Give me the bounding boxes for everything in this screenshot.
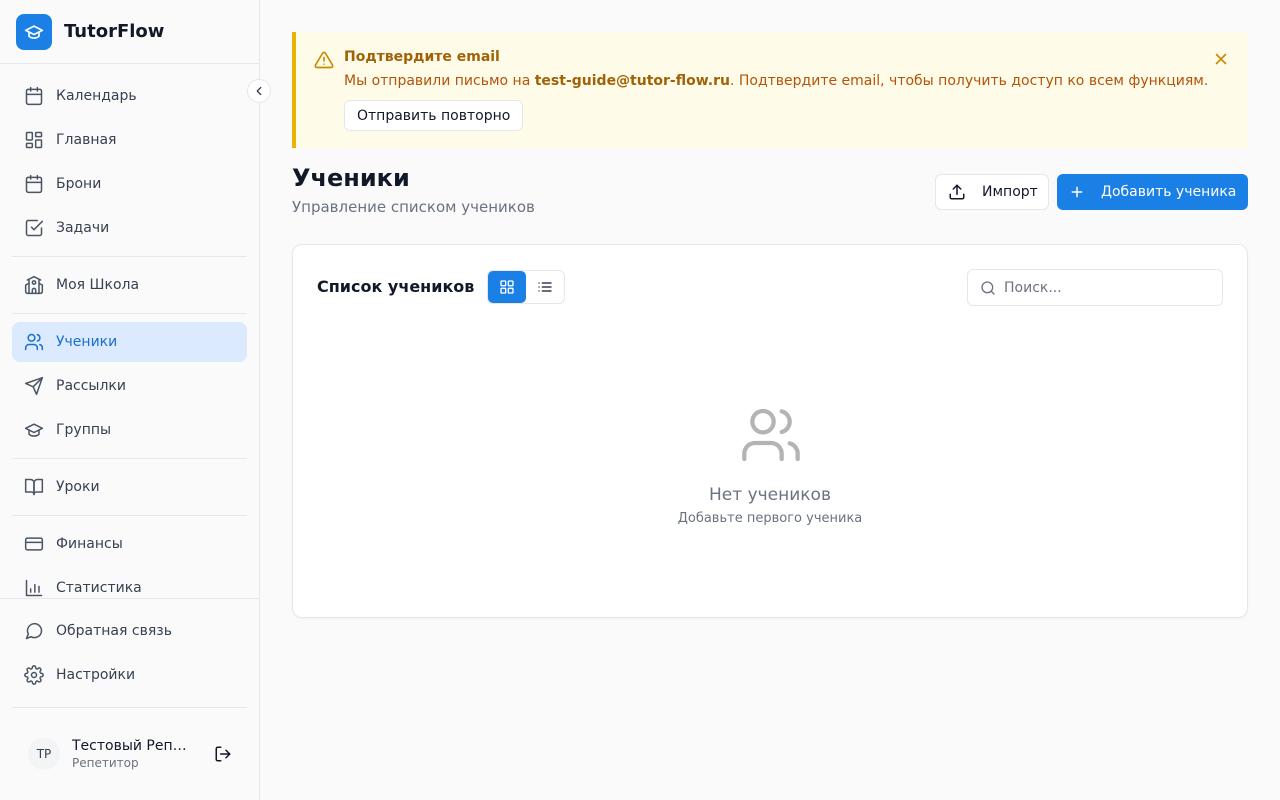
sidebar-item-mailings[interactable]: Рассылки (12, 366, 247, 406)
search-input[interactable] (1004, 279, 1204, 296)
import-label: Импорт (982, 184, 1038, 200)
sidebar-item-students[interactable]: Ученики (12, 322, 247, 362)
collapse-sidebar-button[interactable] (247, 79, 271, 103)
sidebar-item-label: Брони (56, 176, 102, 192)
email-verification-alert: Подтвердите email Мы отправили письмо на… (292, 32, 1248, 148)
users-icon (24, 333, 44, 351)
grid-view-button[interactable] (488, 271, 526, 303)
sidebar-item-calendar[interactable]: Календарь (12, 76, 247, 116)
sidebar-item-label: Уроки (56, 479, 100, 495)
alert-email: test-guide@tutor-flow.ru (534, 73, 730, 89)
calendar-icon (25, 174, 43, 194)
page-subtitle: Управление списком учеников (292, 198, 535, 216)
list-icon (538, 282, 552, 292)
sidebar-divider (12, 458, 247, 459)
user-name: Тестовый Репетитор (72, 738, 194, 754)
page-title: Ученики (292, 164, 410, 192)
avatar: ТР (28, 738, 60, 770)
sidebar-item-lessons[interactable]: Уроки (12, 467, 247, 507)
sidebar-item-feedback[interactable]: Обратная связь (12, 611, 247, 651)
calendar-icon (25, 86, 43, 106)
logout-icon[interactable] (214, 745, 232, 763)
dashboard-icon (25, 131, 43, 149)
sidebar-item-label: Рассылки (56, 378, 126, 394)
sidebar-item-settings[interactable]: Настройки (12, 655, 247, 695)
gear-icon (24, 665, 44, 685)
sidebar-item-label: Настройки (56, 667, 136, 683)
sidebar-item-groups[interactable]: Группы (12, 410, 247, 450)
sidebar-item-label: Ученики (56, 334, 118, 350)
sidebar-item-label: Обратная связь (56, 623, 172, 639)
sidebar-item-finance[interactable]: Финансы (12, 524, 247, 564)
sidebar-item-label: Статистика (56, 580, 142, 596)
import-button[interactable]: Импорт (935, 174, 1049, 210)
upload-icon (949, 184, 965, 200)
close-icon[interactable] (1212, 50, 1230, 68)
add-student-button[interactable]: Добавить ученика (1057, 174, 1248, 210)
users-icon (742, 408, 800, 462)
sidebar-item-label: Группы (56, 422, 112, 438)
card-title: Список учеников (317, 277, 475, 296)
sidebar-item-statistics[interactable]: Статистика (12, 568, 247, 608)
sidebar-item-label: Главная (56, 132, 117, 148)
sidebar-item-label: Моя Школа (56, 277, 140, 293)
list-view-button[interactable] (526, 271, 564, 303)
sidebar: TutorFlow Календарь Главная Брони Задачи… (0, 0, 260, 800)
resend-email-button[interactable]: Отправить повторно (344, 100, 524, 131)
book-open-icon (24, 478, 44, 496)
sidebar-divider (12, 256, 247, 257)
credit-card-icon (24, 537, 44, 551)
alert-text-prefix: Мы отправили письмо на (344, 73, 535, 89)
add-student-label: Добавить ученика (1101, 184, 1237, 200)
graduation-cap-logo-icon (16, 13, 52, 50)
sidebar-item-tasks[interactable]: Задачи (12, 208, 247, 248)
message-circle-icon (25, 622, 43, 640)
alert-text-suffix: . Подтвердите email, чтобы получить дост… (729, 73, 1209, 89)
sidebar-divider (0, 598, 259, 599)
send-icon (24, 376, 44, 396)
search-box[interactable] (967, 269, 1223, 306)
alert-message: Мы отправили письмо на test-guide@tutor-… (344, 73, 1208, 89)
plus-icon (1071, 186, 1083, 198)
warning-icon (314, 51, 334, 69)
sidebar-item-my-school[interactable]: Моя Школа (12, 265, 247, 305)
sidebar-item-label: Календарь (56, 88, 137, 104)
chevron-left-icon (256, 86, 262, 96)
sidebar-item-label: Финансы (56, 536, 123, 552)
alert-title: Подтвердите email (344, 49, 500, 65)
bar-chart-icon (25, 579, 43, 597)
user-info: Тестовый Репетитор Репетитор (72, 738, 194, 770)
students-card: Список учеников Нет учеников Добавьте пе… (292, 244, 1248, 618)
empty-state-title: Нет учеников (709, 485, 831, 505)
app-name: TutorFlow (64, 21, 165, 42)
sidebar-item-label: Задачи (56, 220, 110, 236)
user-role: Репетитор (72, 756, 139, 770)
view-toggle (487, 270, 565, 304)
sidebar-item-bookings[interactable]: Брони (12, 164, 247, 204)
user-profile[interactable]: ТР Тестовый Репетитор Репетитор (12, 726, 247, 782)
checkbox-icon (25, 219, 44, 237)
sidebar-item-home[interactable]: Главная (12, 120, 247, 160)
graduation-cap-icon (24, 423, 44, 437)
empty-state-subtitle: Добавьте первого ученика (677, 511, 863, 526)
school-icon (24, 275, 44, 295)
sidebar-divider (12, 313, 247, 314)
search-icon (981, 280, 995, 295)
sidebar-divider (12, 515, 247, 516)
sidebar-divider (12, 707, 247, 708)
grid-icon (500, 280, 514, 294)
brand[interactable]: TutorFlow (0, 0, 259, 64)
